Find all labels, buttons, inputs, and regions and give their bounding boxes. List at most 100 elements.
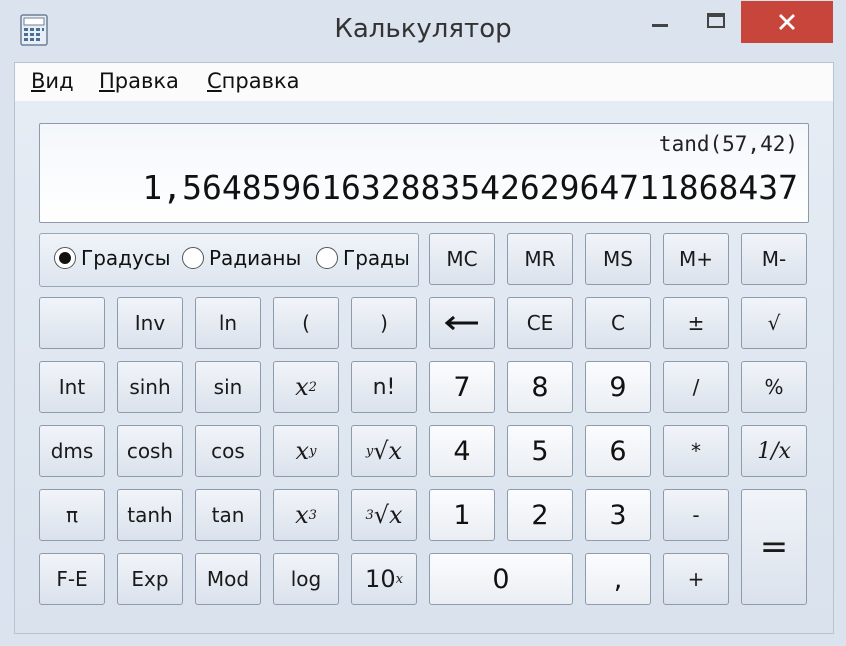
key-cube-root-label: √x — [373, 501, 403, 529]
key-pi[interactable]: π — [39, 489, 105, 541]
radio-degrees-label: Градусы — [81, 246, 171, 270]
result-text: 1,5648596163288354262964711868437 — [142, 168, 798, 207]
key-log[interactable]: log — [273, 553, 339, 605]
key-6[interactable]: 6 — [585, 425, 651, 477]
key-tan[interactable]: tan — [195, 489, 261, 541]
key-cosh[interactable]: cosh — [117, 425, 183, 477]
menu-edit[interactable]: Правка — [99, 69, 179, 93]
key-mr[interactable]: MR — [507, 233, 573, 285]
key-decimal-comma[interactable]: , — [585, 553, 651, 605]
minimize-button[interactable] — [640, 0, 680, 42]
key-mc[interactable]: MC — [429, 233, 495, 285]
radio-radians-circle — [182, 247, 204, 269]
key-exp[interactable]: Exp — [117, 553, 183, 605]
key-2[interactable]: 2 — [507, 489, 573, 541]
key-y-root-x-index: y — [365, 443, 374, 459]
key-plus-minus[interactable]: ± — [663, 297, 729, 349]
expression-text: tand(57,42) — [658, 132, 798, 156]
key-y-root-x[interactable]: y √x — [351, 425, 417, 477]
menu-bar: Вид Правка Справка — [15, 63, 833, 101]
key-inv[interactable]: Inv — [117, 297, 183, 349]
key-reciprocal[interactable]: 1/x — [741, 425, 807, 477]
key-tanh[interactable]: tanh — [117, 489, 183, 541]
key-x-squared[interactable]: x2 — [273, 361, 339, 413]
display: tand(57,42) 1,56485961632883542629647118… — [39, 123, 809, 223]
menu-view[interactable]: Вид — [31, 69, 74, 93]
menu-help-mnemonic: С — [207, 69, 222, 93]
key-factorial[interactable]: n! — [351, 361, 417, 413]
key-y-root-x-label: √x — [373, 437, 403, 465]
key-minus[interactable]: - — [663, 489, 729, 541]
key-ten-power-x-exp: x — [395, 571, 403, 587]
menu-edit-mnemonic: П — [99, 69, 115, 93]
key-c[interactable]: C — [585, 297, 651, 349]
radio-grads-circle — [316, 247, 338, 269]
key-sin[interactable]: sin — [195, 361, 261, 413]
key-ln[interactable]: ln — [195, 297, 261, 349]
key-5[interactable]: 5 — [507, 425, 573, 477]
radio-degrees[interactable]: Градусы — [54, 246, 171, 270]
menu-view-mnemonic: В — [31, 69, 46, 93]
radio-grads[interactable]: Грады — [316, 246, 410, 270]
radio-degrees-circle — [54, 247, 76, 269]
key-divide[interactable]: / — [663, 361, 729, 413]
key-int[interactable]: Int — [39, 361, 105, 413]
menu-edit-label: равка — [114, 69, 179, 93]
key-multiply[interactable]: * — [663, 425, 729, 477]
key-cos[interactable]: cos — [195, 425, 261, 477]
menu-help[interactable]: Справка — [207, 69, 300, 93]
key-sinh[interactable]: sinh — [117, 361, 183, 413]
key-cube-root-index: 3 — [365, 507, 374, 523]
key-right-paren[interactable]: ) — [351, 297, 417, 349]
key-plus[interactable]: + — [663, 553, 729, 605]
key-1[interactable]: 1 — [429, 489, 495, 541]
menu-view-label: ид — [45, 69, 74, 93]
radio-grads-label: Грады — [343, 246, 410, 270]
radio-radians[interactable]: Радианы — [182, 246, 301, 270]
close-button[interactable] — [741, 1, 833, 43]
key-fe[interactable]: F-E — [39, 553, 105, 605]
key-9[interactable]: 9 — [585, 361, 651, 413]
radio-selected-dot — [59, 252, 71, 264]
key-percent[interactable]: % — [741, 361, 807, 413]
key-7[interactable]: 7 — [429, 361, 495, 413]
menu-help-label: правка — [221, 69, 300, 93]
key-blank[interactable] — [39, 297, 105, 349]
key-x-power-y-base: x — [295, 437, 310, 465]
key-backspace[interactable] — [429, 297, 495, 349]
backspace-arrow-icon — [445, 316, 478, 330]
key-x-cubed[interactable]: x3 — [273, 489, 339, 541]
key-x-squared-exp: 2 — [308, 379, 317, 395]
key-4[interactable]: 4 — [429, 425, 495, 477]
minimize-icon — [652, 24, 668, 27]
angle-unit-group: Градусы Радианы Грады — [39, 233, 419, 287]
key-8[interactable]: 8 — [507, 361, 573, 413]
key-left-paren[interactable]: ( — [273, 297, 339, 349]
key-cube-root[interactable]: 3 √x — [351, 489, 417, 541]
key-dms[interactable]: dms — [39, 425, 105, 477]
key-sqrt[interactable]: √ — [741, 297, 807, 349]
calculator-window: Калькулятор Вид Правка Справка tand(57,4… — [0, 0, 846, 646]
key-m-plus[interactable]: M+ — [663, 233, 729, 285]
key-equals[interactable]: = — [741, 489, 807, 605]
key-3[interactable]: 3 — [585, 489, 651, 541]
calculator-body: tand(57,42) 1,56485961632883542629647118… — [15, 101, 833, 633]
key-x-power-y[interactable]: xy — [273, 425, 339, 477]
key-mod[interactable]: Mod — [195, 553, 261, 605]
key-x-cubed-exp: 3 — [308, 507, 317, 523]
maximize-button[interactable] — [696, 0, 736, 42]
key-ten-power-x[interactable]: 10 x — [351, 553, 417, 605]
key-x-cubed-base: x — [295, 501, 309, 529]
key-0[interactable]: 0 — [429, 553, 573, 605]
key-ms[interactable]: MS — [585, 233, 651, 285]
radio-radians-label: Радианы — [209, 246, 302, 270]
key-x-power-y-exp: y — [309, 443, 317, 459]
client-area: Вид Правка Справка tand(57,42) 1,5648596… — [14, 62, 834, 634]
key-ten-power-x-base: 10 — [365, 565, 396, 593]
maximize-icon — [707, 13, 725, 28]
key-m-minus[interactable]: M- — [741, 233, 807, 285]
key-ce[interactable]: CE — [507, 297, 573, 349]
key-x-squared-base: x — [295, 373, 309, 401]
close-icon — [779, 14, 795, 30]
title-bar[interactable]: Калькулятор — [0, 0, 846, 62]
